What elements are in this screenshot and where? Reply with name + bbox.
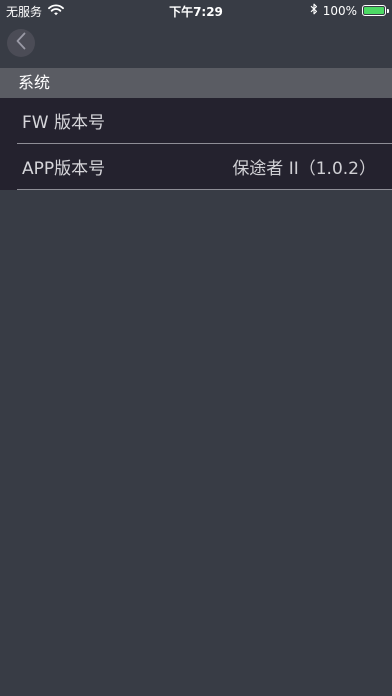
chevron-left-icon (15, 32, 27, 54)
fw-version-row[interactable]: FW 版本号 (0, 98, 392, 143)
battery-percent: 100% (322, 3, 357, 18)
section-title: 系统 (18, 73, 51, 92)
bluetooth-icon (310, 3, 318, 18)
battery-icon (362, 5, 389, 16)
battery-fill (364, 7, 384, 14)
fw-version-label: FW 版本号 (22, 113, 105, 133)
app-version-row[interactable]: APP版本号 保途者 II（1.0.2） (0, 144, 392, 189)
back-button[interactable] (7, 29, 35, 57)
row-divider (17, 189, 392, 190)
nav-bar (0, 22, 392, 66)
battery-cap (387, 9, 389, 13)
section-header-system: 系统 (0, 68, 392, 98)
status-right: 100% (310, 3, 389, 18)
app-version-value: 保途者 II（1.0.2） (232, 159, 376, 179)
status-bar: 无服务 下午7:29 100% (0, 0, 392, 22)
settings-list: FW 版本号 APP版本号 保途者 II（1.0.2） (0, 98, 392, 190)
app-version-label: APP版本号 (22, 159, 106, 179)
